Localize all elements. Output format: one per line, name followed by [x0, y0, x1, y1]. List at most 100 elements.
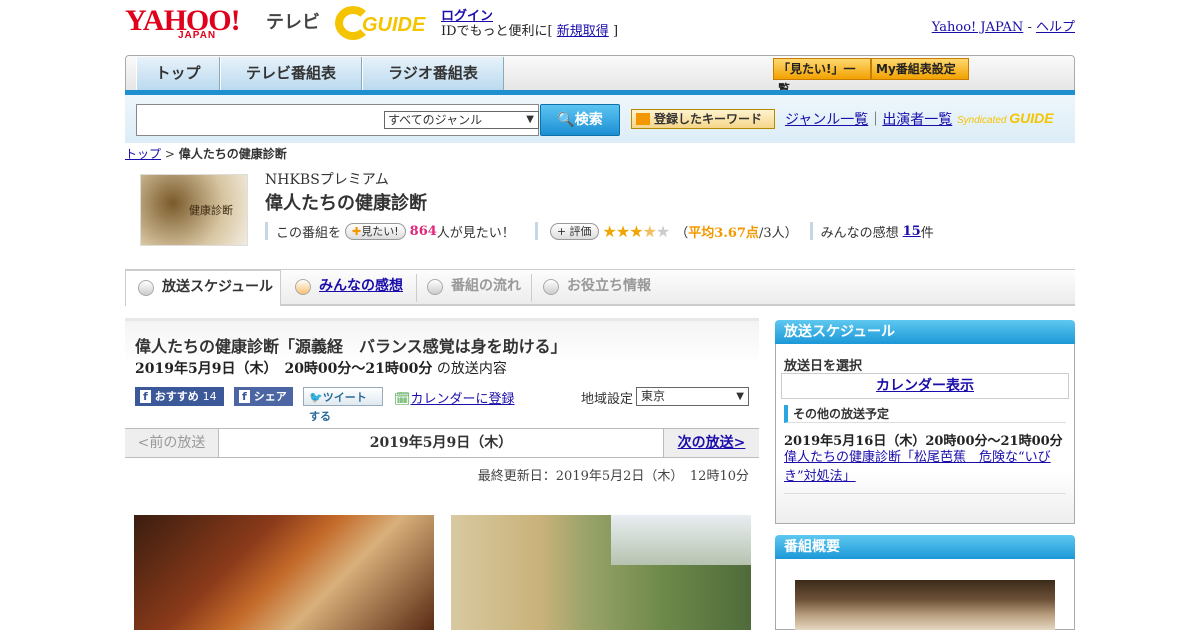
keyword-button-label: 登録したキーワード — [654, 112, 763, 126]
breadcrumb-current: 偉人たちの健康診断 — [178, 147, 287, 161]
current-broadcast-date: 2019年5月9日（木） — [369, 435, 513, 451]
impression-suffix: 件 — [920, 225, 934, 241]
chevron-right-icon — [427, 279, 443, 295]
image-sky — [611, 515, 751, 565]
other-broadcast-item: 偉人たちの健康診断「松尾芭蕉 危険な“いびき”対処法」 — [784, 448, 1064, 486]
keyword-button[interactable]: 登録したキーワード — [631, 109, 775, 129]
program-channel: NHKBSプレミアム — [265, 172, 389, 188]
other-broadcast-date: 2019年5月16日（木）20時00分～21時00分 — [784, 434, 1063, 449]
region-select-value: 東京 — [641, 389, 666, 403]
calendar-display-link[interactable]: カレンダー表示 — [876, 378, 974, 394]
avg-suffix: /3人） — [758, 225, 798, 241]
my-settings-button[interactable]: My番組表設定 — [871, 58, 969, 80]
calendar-register[interactable]: 🗓カレンダーに登録 — [394, 388, 515, 407]
signup-link[interactable]: 新規取得 — [557, 24, 609, 39]
next-broadcast[interactable]: 次の放送> — [663, 429, 759, 457]
breadcrumb-top[interactable]: トップ — [125, 147, 161, 161]
breadcrumb-sep: > — [161, 147, 179, 161]
other-broadcast-link[interactable]: 偉人たちの健康診断「松尾芭蕉 危険な“いびき”対処法」 — [784, 450, 1051, 484]
genre-select[interactable]: すべてのジャンル ▼ — [384, 111, 539, 129]
facebook-recommend-button[interactable]: f おすすめ 14 — [135, 387, 224, 406]
program-thumbnail: 健康診断 — [140, 174, 248, 246]
link-divider: ｜ — [868, 112, 883, 128]
mitai-count: 864 — [409, 223, 437, 239]
login-sub-prefix: IDでもっと便利に[ — [441, 24, 553, 39]
rating-button[interactable]: + 評価 — [549, 222, 599, 240]
performer-list-link[interactable]: 出演者一覧 — [882, 112, 952, 128]
tweet-button[interactable]: 🐦ツイートする — [303, 387, 383, 423]
help-link[interactable]: ヘルプ — [1036, 20, 1075, 35]
recommend-label: おすすめ — [154, 390, 199, 403]
program-title: 偉人たちの健康診断 — [265, 193, 427, 214]
calendar-register-link[interactable]: カレンダーに登録 — [411, 392, 515, 407]
tab-schedule[interactable]: 放送スケジュール — [125, 270, 281, 306]
chevron-right-icon — [295, 279, 311, 295]
genre-list-link[interactable]: ジャンル一覧 — [785, 112, 868, 128]
recommend-count: 14 — [202, 390, 217, 403]
avg-rating: 平均3.67点 — [688, 225, 759, 241]
episode-datetime-value: 2019年5月9日（木） 20時00分～21時00分 — [135, 361, 433, 377]
program-meta: この番組を ✚見たい! 864 人が見たい！ + 評価 ★★★★★ （平均3.67… — [265, 221, 934, 241]
impression-count-link[interactable]: 15 — [903, 224, 921, 239]
mitai-button[interactable]: ✚見たい! — [345, 222, 406, 240]
twitter-icon: 🐦 — [309, 391, 323, 404]
episode-image-samurai — [134, 515, 434, 630]
tab-schedule-label: 放送スケジュール — [162, 279, 274, 295]
rating-stars: ★★★★★ — [602, 221, 671, 241]
sidebar-overview-head: 番組概要 — [775, 535, 1075, 559]
divider-bar — [534, 222, 538, 240]
other-broadcasts-head: その他の放送予定 — [784, 405, 1066, 423]
syndicated-label: Syndicated — [957, 115, 1007, 126]
mitai-suffix: 人が見たい！ — [436, 225, 515, 241]
tab-impressions-label: みんなの感想 — [319, 278, 403, 294]
program-thumbnail-label: 健康診断 — [189, 204, 233, 217]
rating-button-label: 評価 — [569, 224, 592, 238]
impression-label: みんなの感想 — [820, 225, 899, 241]
search-button[interactable]: 🔍検索 — [540, 104, 620, 136]
broadcast-pager: <前の放送 2019年5月9日（木） 次の放送> — [125, 428, 759, 458]
episode-datetime-suffix: の放送内容 — [436, 361, 507, 377]
program-tabs: 放送スケジュール みんなの感想 番組の流れ お役立ち情報 — [125, 270, 1075, 306]
yahoo-japan-link[interactable]: Yahoo! JAPAN — [932, 20, 1024, 35]
divider-bar — [265, 222, 268, 240]
mitai-list-button[interactable]: 「見たい!」一覧 — [773, 58, 871, 96]
divider-bar — [809, 222, 813, 240]
calendar-display-button[interactable]: カレンダー表示 — [781, 373, 1069, 399]
login-sub: IDでもっと便利に[ 新規取得 ] — [441, 20, 618, 39]
plus-icon: + — [556, 224, 567, 238]
link-separator: - — [1023, 20, 1036, 35]
calendar-plus-icon: 🗓 — [394, 392, 411, 407]
plus-icon: ✚ — [352, 224, 362, 238]
facebook-share-button[interactable]: f シェア — [234, 387, 293, 406]
episode-image-portrait — [451, 515, 751, 630]
login-sub-suffix: ] — [612, 24, 619, 39]
mitai-button-label: 見たい! — [361, 224, 399, 238]
chevron-right-icon — [543, 279, 559, 295]
search-button-label: 検索 — [574, 112, 603, 128]
syndicated-gguide: Syndicated GUIDE — [957, 110, 1054, 126]
share-label: シェア — [253, 390, 287, 403]
chevron-down-icon — [138, 280, 154, 296]
sidebar-divider — [784, 493, 1066, 494]
nav-tab-tv[interactable]: テレビ番組表 — [220, 57, 362, 91]
top-right-links: Yahoo! JAPAN - ヘルプ — [932, 16, 1075, 35]
yahoo-japan-logo-text: JAPAN — [178, 30, 217, 41]
prev-broadcast: <前の放送 — [125, 429, 219, 457]
last-updated: 最終更新日：2019年5月2日（木） 12時10分 — [477, 469, 749, 484]
tab-impressions[interactable]: みんなの感想 — [283, 270, 415, 304]
nav-tab-radio[interactable]: ラジオ番組表 — [362, 57, 504, 91]
nav-tab-top[interactable]: トップ — [136, 57, 220, 91]
avg-prefix: （ — [675, 225, 689, 241]
sidebar-schedule-head: 放送スケジュール — [775, 320, 1075, 344]
tv-logo-text[interactable]: テレビ — [266, 8, 320, 34]
facebook-icon: f — [140, 390, 151, 403]
gguide-logo-text: GUIDE — [362, 14, 426, 36]
tab-flow: 番組の流れ — [415, 270, 531, 304]
genre-links: ジャンル一覧｜出演者一覧 — [785, 109, 952, 129]
region-select[interactable]: 東京 ▼ — [636, 387, 749, 406]
triangle-icon — [636, 113, 650, 125]
next-broadcast-link[interactable]: 次の放送> — [678, 435, 746, 451]
this-program-label: この番組を — [276, 225, 342, 241]
tab-info: お役立ち情報 — [531, 270, 671, 304]
search-icon: 🔍 — [557, 112, 575, 128]
